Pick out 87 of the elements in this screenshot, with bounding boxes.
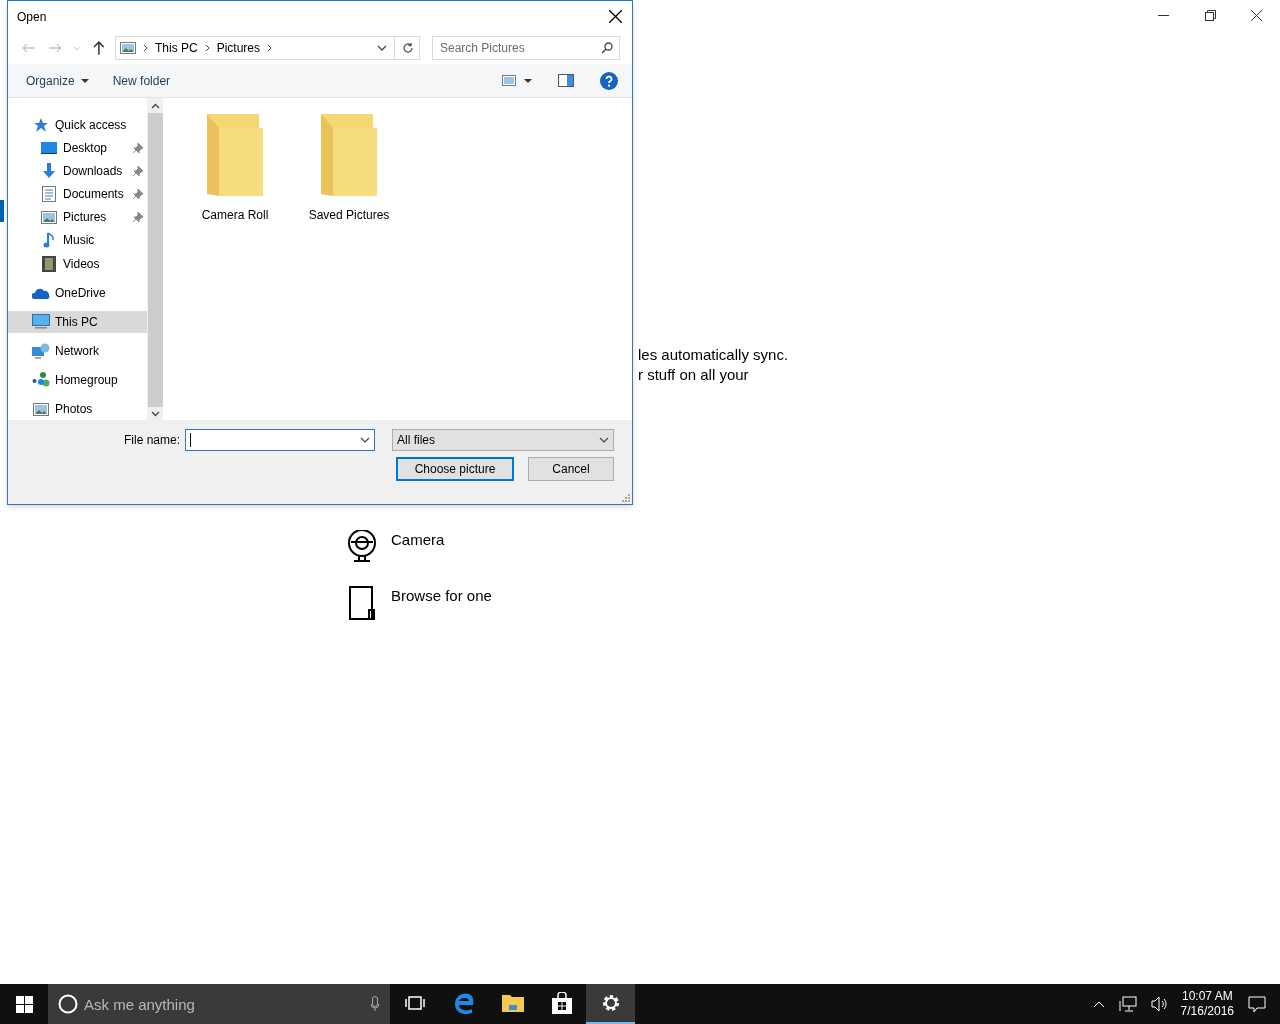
folder-icon xyxy=(501,993,524,1013)
monitor-icon xyxy=(40,140,58,155)
toolbar-button[interactable]: New folder xyxy=(104,69,179,92)
scrollbar[interactable] xyxy=(147,98,163,420)
browser-e-icon xyxy=(452,992,475,1014)
close-icon[interactable] xyxy=(609,10,622,23)
dialog-title: Open xyxy=(17,9,47,24)
monitor-icon xyxy=(32,314,50,330)
folder-icon xyxy=(321,114,377,196)
nav-item[interactable]: Network xyxy=(8,340,147,362)
toolbar-button[interactable]: Organize xyxy=(18,69,97,92)
network-icon[interactable] xyxy=(1118,996,1137,1012)
search-icon xyxy=(601,42,613,54)
close-icon[interactable] xyxy=(1251,10,1262,21)
cloud-icon xyxy=(32,286,50,299)
film-icon xyxy=(40,255,58,272)
dialog-button[interactable]: Choose picture xyxy=(396,457,514,481)
option-link[interactable]: Camera xyxy=(391,531,445,548)
task-view-icon xyxy=(404,996,425,1010)
chevron-right-icon xyxy=(204,44,210,52)
chevron-down-icon[interactable] xyxy=(377,45,387,51)
caret-icon xyxy=(80,78,89,83)
notification-icon[interactable] xyxy=(1248,995,1266,1013)
chevron-down-icon[interactable] xyxy=(150,411,160,417)
folder-icon xyxy=(207,114,263,196)
folder-item[interactable]: Camera Roll xyxy=(197,114,273,222)
up-arrow-icon[interactable] xyxy=(93,41,105,55)
nav-item[interactable]: Videos xyxy=(8,253,147,275)
chevron-down-icon[interactable] xyxy=(360,437,370,443)
pin-icon[interactable] xyxy=(133,212,143,223)
nav-item[interactable]: Pictures xyxy=(8,206,147,228)
nav-item[interactable]: Desktop xyxy=(8,137,147,159)
refresh-icon[interactable] xyxy=(402,42,414,54)
settings-icon xyxy=(600,993,621,1013)
minimize-icon[interactable] xyxy=(1158,14,1170,17)
download-arrow-icon xyxy=(40,162,58,179)
document-icon xyxy=(40,186,58,203)
file-name-field[interactable] xyxy=(185,429,375,451)
nav-item[interactable]: Downloads xyxy=(8,160,147,182)
preview-pane-icon[interactable] xyxy=(558,74,574,87)
resize-grip-icon[interactable] xyxy=(622,494,630,502)
dialog-button[interactable]: Cancel xyxy=(528,457,614,481)
option-link[interactable]: Browse for one xyxy=(391,587,492,604)
nav-item[interactable]: Homegroup xyxy=(8,369,147,391)
pin-icon[interactable] xyxy=(133,189,143,200)
nav-item[interactable]: Documents xyxy=(8,183,147,205)
help-icon[interactable] xyxy=(600,71,618,90)
address-bar[interactable]: This PC Pictures xyxy=(115,36,420,60)
taskbar-app[interactable] xyxy=(586,984,635,1024)
restore-icon[interactable] xyxy=(1205,10,1216,21)
star-icon xyxy=(32,116,50,133)
nav-item[interactable]: Quick access xyxy=(8,114,147,136)
chevron-up-icon[interactable] xyxy=(150,103,160,109)
file-type-dropdown[interactable]: All files xyxy=(392,429,614,451)
chevron-right-icon xyxy=(143,44,148,52)
microphone-icon[interactable] xyxy=(370,996,380,1012)
people-group-icon xyxy=(32,372,50,389)
network-icon xyxy=(32,343,50,360)
chevron-right-icon xyxy=(267,44,273,52)
view-icon[interactable] xyxy=(502,75,516,86)
pin-icon[interactable] xyxy=(133,165,143,176)
caret-icon[interactable] xyxy=(524,78,532,83)
shopping-bag-icon xyxy=(551,992,572,1014)
start-logo-icon[interactable] xyxy=(16,995,33,1013)
breadcrumb-item[interactable]: Pictures xyxy=(216,41,261,55)
nav-item[interactable]: Music xyxy=(8,229,147,252)
selection-indicator xyxy=(0,200,4,222)
document-icon[interactable] xyxy=(347,586,377,620)
breadcrumb-item[interactable]: This PC xyxy=(155,41,198,55)
taskbar-search-field[interactable]: Ask me anything xyxy=(48,984,390,1024)
nav-item[interactable]: This PC xyxy=(8,311,147,333)
webcam-icon[interactable] xyxy=(347,530,377,562)
description-text: les automatically sync. xyxy=(638,345,789,365)
speaker-icon[interactable] xyxy=(1150,996,1169,1012)
chevron-down-icon xyxy=(599,437,609,443)
clock-time[interactable]: 10:07 AM xyxy=(1181,989,1233,1004)
picture-icon xyxy=(40,210,58,224)
search-field[interactable]: Search Pictures xyxy=(432,36,620,60)
file-name-label: File name: xyxy=(123,433,180,447)
clock-date[interactable]: 7/16/2016 xyxy=(1180,1004,1234,1019)
picture-icon xyxy=(120,42,136,54)
pin-icon[interactable] xyxy=(133,142,143,153)
nav-item[interactable]: Photos xyxy=(8,398,147,420)
nav-item[interactable]: OneDrive xyxy=(8,282,147,304)
description-text: r stuff on all your xyxy=(638,365,750,385)
picture-icon xyxy=(32,402,50,416)
folder-item[interactable]: Saved Pictures xyxy=(311,114,387,222)
